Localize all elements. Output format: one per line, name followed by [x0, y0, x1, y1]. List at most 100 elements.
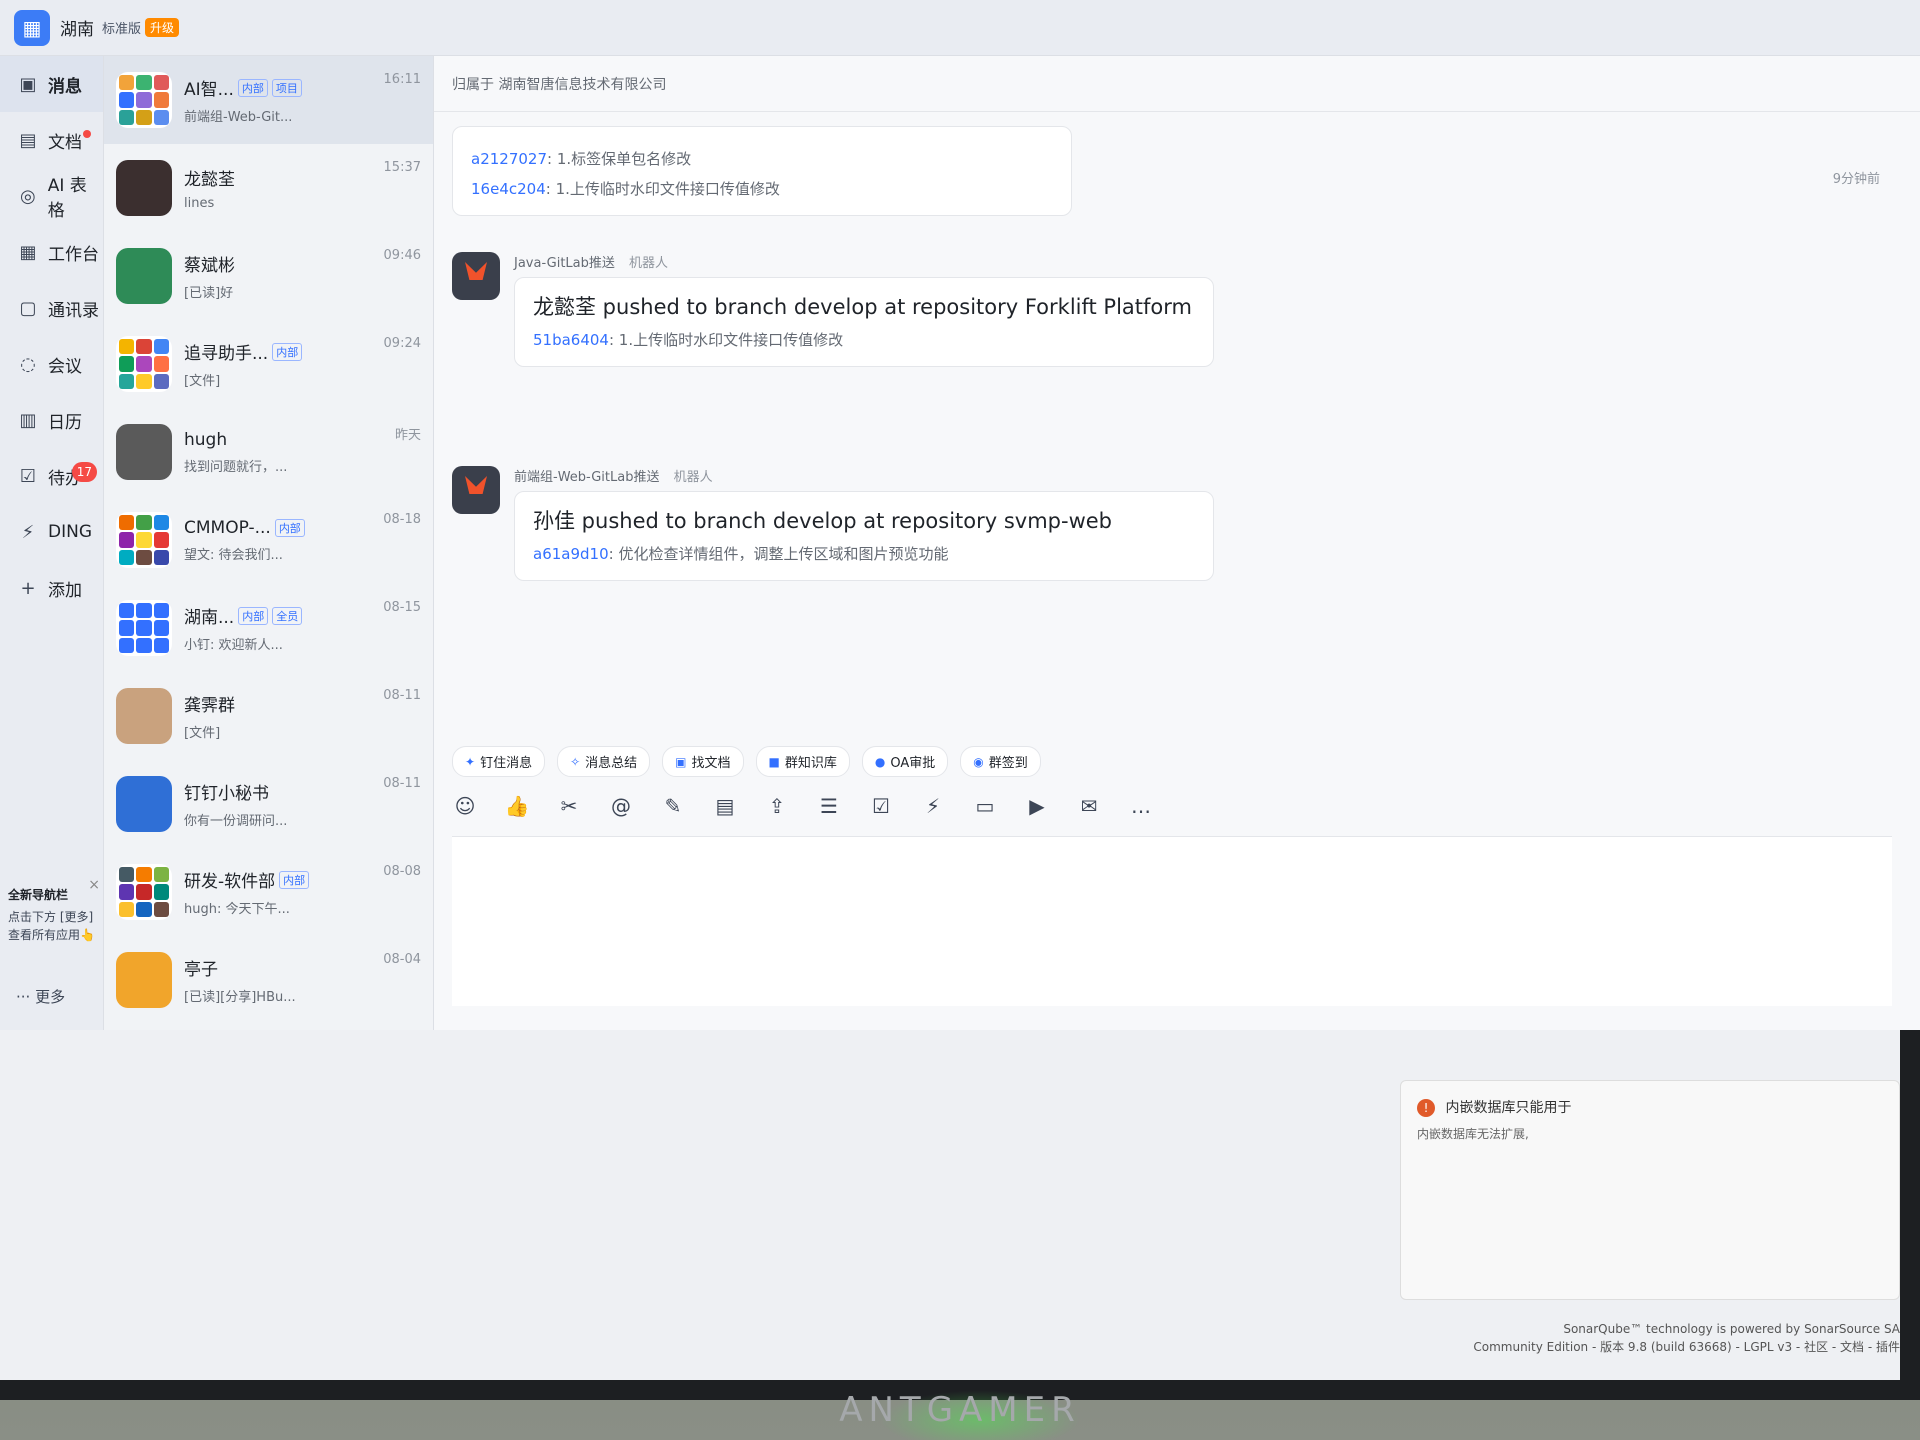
conversation-item[interactable]: hugh 找到问题就行，... 昨天 [104, 408, 433, 496]
warning-subtext: 内嵌数据库无法扩展, [1417, 1127, 1529, 1141]
sidebar-item-8[interactable]: ⚡ DING [0, 504, 103, 560]
conversation-item[interactable]: 追寻助手... 内部 [文件] 09:24 [104, 320, 433, 408]
conversation-item[interactable]: 研发-软件部 内部 hugh: 今天下午... 08-08 [104, 848, 433, 936]
commit-hash[interactable]: 51ba6404 [533, 331, 609, 349]
upgrade-button[interactable]: 升级 [145, 18, 180, 37]
sidebar-item-0[interactable]: ▣ 消息 [0, 56, 103, 112]
task-icon[interactable]: ☑ [868, 794, 894, 818]
upload-icon[interactable]: ⇪ [764, 794, 790, 818]
avatar-tile [153, 339, 169, 355]
sender-name[interactable]: 前端组-Web-GitLab推送 [514, 470, 659, 485]
footer-line-2: Community Edition - 版本 9.8 (build 63668)… [1473, 1340, 1900, 1354]
sidebar-item-6[interactable]: ▥ 日历 [0, 392, 103, 448]
sidebar-item-label: 工作台 [48, 244, 99, 265]
live-icon[interactable]: ▶ [1024, 794, 1050, 818]
close-icon[interactable]: × [88, 876, 100, 894]
conversation-title: 追寻助手... [184, 344, 269, 364]
push-title: 龙懿荃 pushed to branch develop at reposito… [533, 295, 1192, 319]
conversation-item[interactable]: 龙懿荃 lines 15:37 [104, 144, 433, 232]
flash-icon[interactable]: ⚡ [920, 794, 946, 818]
avatar-tile [119, 901, 135, 917]
avatar-tile [119, 92, 135, 108]
chat-header: 归属于 湖南智唐信息技术有限公司 [434, 56, 1920, 112]
dingtalk-window: ▦ 湖南 标准版 升级 ▣ 消息 ▤ 文档 ◎ AI 表格 ▦ 工作台 ▢ 通讯录 ◌ 会议 ▥ 日历 ☑ 待… [0, 0, 1920, 1030]
quick-action-chip[interactable]: ✧ 消息总结 [557, 746, 651, 777]
more-icon[interactable]: … [1128, 794, 1154, 818]
org-logo[interactable]: ▦ [14, 9, 50, 46]
quick-action-chip[interactable]: ◉ 群签到 [960, 746, 1041, 777]
conversation-item[interactable]: 蔡斌彬 [已读]好 09:46 [104, 232, 433, 320]
message-bubble[interactable]: a2127027: 1.标签保单包名修改 16e4c204: 1.上传临时水印文… [452, 126, 1072, 216]
conversation-time: 08-11 [383, 688, 421, 703]
conversation-item[interactable]: 钉钉小秘书你有一份调研问... 08-11 [104, 760, 433, 848]
conversation-tag: 内部 [274, 518, 305, 537]
sidebar-item-4[interactable]: ▢ 通讯录 [0, 280, 103, 336]
avatar [116, 776, 172, 832]
message-input[interactable] [452, 836, 1892, 1006]
sidebar-item-2[interactable]: ◎ AI 表格 [0, 168, 103, 224]
conversation-title: 钉钉小秘书 [184, 784, 269, 804]
sidebar-item-label: DING [48, 522, 92, 542]
conversation-time: 08-11 [383, 776, 421, 791]
commit-hash[interactable]: 16e4c204 [471, 180, 546, 198]
avatar-tile [136, 356, 152, 372]
quick-action-chip[interactable]: ■ 群知识库 [755, 746, 850, 777]
sender-name[interactable]: Java-GitLab推送 [514, 256, 615, 271]
avatar [116, 512, 172, 568]
commit-hash[interactable]: a2127027 [471, 150, 547, 168]
sidebar-item-3[interactable]: ▦ 工作台 [0, 224, 103, 280]
avatar-tile [119, 549, 135, 565]
commit-hash[interactable]: a61a9d10 [533, 545, 609, 563]
sidebar-nav: ▣ 消息 ▤ 文档 ◎ AI 表格 ▦ 工作台 ▢ 通讯录 ◌ 会议 ▥ 日历 ☑ 待办 17 ⚡ DING + 添加 … [0, 56, 104, 1030]
conversation-item[interactable]: 亭子 [已读][分享]HBu... 08-04 [104, 936, 433, 1024]
sidebar-item-1[interactable]: ▤ 文档 [0, 112, 103, 168]
quick-actions-bar: ✦ 钉住消息 ✧ 消息总结 ▣ 找文档 ■ 群知识库 ● OA审批 ◉ 群签到 [452, 746, 1041, 777]
gitlab-bot-avatar[interactable] [452, 466, 500, 514]
avatar-tile [153, 549, 169, 565]
message-bubble[interactable]: 孙佳 pushed to branch develop at repositor… [514, 491, 1214, 581]
sidebar-item-label: 通讯录 [48, 300, 99, 321]
message-meta: 前端组-Web-GitLab推送 机器人 [514, 466, 1214, 485]
more-apps-button[interactable]: ··· 更多 [16, 986, 65, 1007]
sidebar-item-label: 消息 [48, 76, 82, 97]
list-icon[interactable]: ☰ [816, 794, 842, 818]
video-icon[interactable]: ▭ [972, 794, 998, 818]
file-icon[interactable]: ▤ [712, 794, 738, 818]
emoji-icon[interactable]: ☺ [452, 794, 478, 818]
quick-action-chip[interactable]: ✦ 钉住消息 [452, 746, 546, 777]
message-bubble[interactable]: 龙懿荃 pushed to branch develop at reposito… [514, 277, 1214, 367]
conversation-item[interactable]: 湖南... 内部 全员 小钉: 欢迎新人... 08-15 [104, 584, 433, 672]
scissors-icon[interactable]: ✂ [556, 794, 582, 818]
like-icon[interactable]: 👍 [504, 794, 530, 818]
commit-message: : 1.上传临时水印文件接口传值修改 [545, 180, 780, 198]
quick-action-chip[interactable]: ▣ 找文档 [662, 746, 744, 777]
sidebar-item-5[interactable]: ◌ 会议 [0, 336, 103, 392]
message-web-gitlab: 前端组-Web-GitLab推送 机器人 孙佳 pushed to branch… [452, 466, 1214, 581]
quick-action-chip[interactable]: ● OA审批 [861, 746, 949, 777]
quick-action-label: OA审批 [890, 756, 936, 771]
conversation-preview: 你有一份调研问... [184, 814, 288, 829]
sidebar-item-9[interactable]: + 添加 [0, 560, 103, 616]
conversation-item[interactable]: CMMOP-... 内部 望文: 待会我们... 08-18 [104, 496, 433, 584]
conversation-item[interactable]: AI智... 内部 项目 前端组-Web-Git... 16:11 [104, 56, 433, 144]
avatar-tile [153, 109, 169, 125]
message-time: 9分钟前 [1832, 172, 1880, 187]
warning-icon: ! [1417, 1099, 1435, 1117]
edit-icon[interactable]: ✎ [660, 794, 686, 818]
sidebar-item-label: 添加 [48, 580, 82, 601]
avatar-tile [119, 373, 135, 389]
calendar-icon: ▥ [19, 409, 37, 431]
meeting-icon: ◌ [20, 353, 36, 375]
gitlab-bot-avatar[interactable] [452, 252, 500, 300]
avatar [116, 864, 172, 920]
sidebar-item-7[interactable]: ☑ 待办 17 [0, 448, 103, 504]
org-short-name[interactable]: 湖南 [60, 15, 94, 40]
robot-badge: 机器人 [629, 256, 669, 271]
warning-title: 内嵌数据库只能用于 [1445, 1100, 1572, 1116]
oa-icon: ● [874, 754, 886, 769]
contacts-icon: ▢ [19, 297, 37, 319]
mail-icon[interactable]: ✉ [1076, 794, 1102, 818]
at-icon[interactable]: @ [608, 794, 634, 818]
conversation-item[interactable]: 龚霁群 [文件] 08-11 [104, 672, 433, 760]
conversation-preview: 望文: 待会我们... [184, 547, 283, 563]
